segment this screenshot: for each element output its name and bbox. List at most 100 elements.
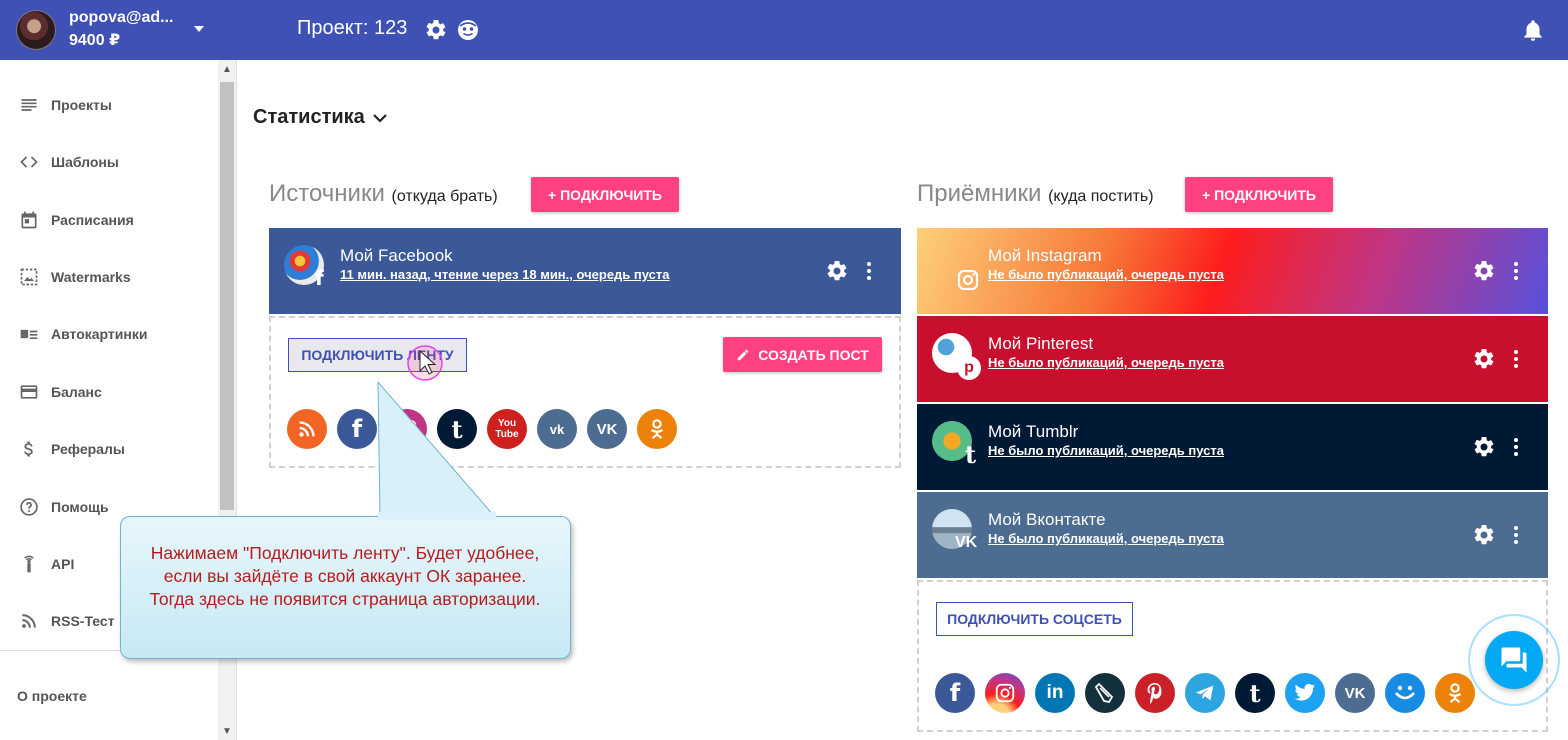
- image-text-icon: [20, 329, 38, 339]
- chat-support-button[interactable]: [1485, 631, 1543, 689]
- create-post-button[interactable]: СОЗДАТЬ ПОСТ: [723, 337, 882, 372]
- user-balance: 9400 ₽: [69, 32, 121, 49]
- code-icon: [20, 156, 38, 168]
- receiver-network-linkedin-icon[interactable]: in: [1035, 673, 1075, 713]
- receiver-network-odnoklassniki-icon[interactable]: [1435, 673, 1475, 713]
- sidebar-item-about[interactable]: О проекте: [17, 688, 87, 704]
- receivers-connect-button[interactable]: + ПОДКЛЮЧИТЬ: [1185, 177, 1333, 212]
- receiver-card-instagram[interactable]: Мой Instagram Не было публикаций, очеред…: [917, 228, 1548, 314]
- instagram-badge-icon: [957, 269, 979, 291]
- receiver-network-pinterest-icon[interactable]: [1135, 673, 1175, 713]
- pinterest-badge-icon: p: [957, 356, 981, 380]
- receiver-network-facebook-icon[interactable]: f: [935, 673, 975, 713]
- receiver-network-tumblr-icon[interactable]: t: [1235, 673, 1275, 713]
- user-avatar[interactable]: [16, 10, 56, 50]
- source-card-facebook[interactable]: f Мой Facebook 11 мин. назад, чтение чер…: [269, 228, 901, 314]
- sidebar-item-schedules[interactable]: Расписания: [0, 200, 218, 240]
- card-settings-gear-icon[interactable]: [1472, 259, 1496, 283]
- facebook-badge-icon: f: [315, 266, 324, 290]
- sidebar-item-label: Watermarks: [51, 269, 131, 285]
- card-settings-gear-icon[interactable]: [1472, 347, 1496, 371]
- source-network-vk-rss-icon[interactable]: vk: [537, 409, 577, 449]
- receiver-network-telegram-icon[interactable]: [1185, 673, 1225, 713]
- sidebar-item-label: Проекты: [51, 97, 112, 113]
- card-settings-gear-icon[interactable]: [1472, 435, 1496, 459]
- cursor-pointer-icon: [407, 345, 443, 381]
- receiver-card-status-link[interactable]: Не было публикаций, очередь пуста: [988, 355, 1224, 370]
- receiver-card-title: Мой Pinterest: [988, 334, 1094, 353]
- receiver-network-livejournal-icon[interactable]: [1085, 673, 1125, 713]
- scroll-down-arrow-icon[interactable]: ▼: [222, 726, 232, 737]
- card-more-vert-icon[interactable]: [1504, 259, 1528, 283]
- user-menu-caret-icon[interactable]: [194, 26, 204, 32]
- sidebar-item-label: Баланс: [51, 384, 102, 400]
- tumblr-badge-icon: t: [965, 440, 977, 469]
- chat-icon: [1501, 647, 1527, 673]
- receiver-network-moimir-icon[interactable]: [1385, 673, 1425, 713]
- statistics-toggle[interactable]: Статистика: [253, 106, 387, 129]
- card-more-vert-icon[interactable]: [1504, 435, 1528, 459]
- source-network-vk-icon[interactable]: VK: [587, 409, 627, 449]
- dollar-icon: [24, 441, 33, 457]
- sidebar-item-balance[interactable]: Баланс: [0, 372, 218, 412]
- receiver-card-title: Мой Instagram: [988, 246, 1102, 265]
- hint-callout-text: Нажимаем "Подключить ленту". Будет удобн…: [149, 543, 541, 609]
- pencil-icon: [737, 349, 749, 360]
- receiver-card-status-link[interactable]: Не было публикаций, очередь пуста: [988, 443, 1224, 458]
- card-settings-gear-icon[interactable]: [825, 259, 849, 283]
- sidebar-item-label: API: [51, 556, 75, 572]
- sources-title: Источники (откуда брать): [269, 180, 498, 207]
- sidebar-item-templates[interactable]: Шаблоны: [0, 142, 218, 182]
- receivers-title: Приёмники (куда постить): [917, 180, 1154, 207]
- user-name[interactable]: popova@ad...: [69, 9, 174, 27]
- card-more-vert-icon[interactable]: [857, 259, 881, 283]
- sidebar-item-label: Автокартинки: [51, 326, 148, 342]
- chevron-down-icon: [373, 113, 387, 123]
- receiver-network-instagram-icon[interactable]: [985, 673, 1025, 713]
- list-icon: [21, 99, 37, 111]
- card-settings-gear-icon[interactable]: [1472, 523, 1496, 547]
- source-network-odnoklassniki-icon[interactable]: [637, 409, 677, 449]
- receiver-card-pinterest[interactable]: p Мой Pinterest Не было публикаций, очер…: [917, 316, 1548, 402]
- receiver-card-status-link[interactable]: Не было публикаций, очередь пуста: [988, 267, 1224, 282]
- callout-pointer: [377, 382, 497, 518]
- sidebar-item-label: RSS-Тест: [51, 613, 115, 629]
- receivers-subtitle: (куда постить): [1048, 188, 1154, 205]
- connect-social-button[interactable]: ПОДКЛЮЧИТЬ СОЦСЕТЬ: [936, 602, 1133, 636]
- sources-subtitle: (откуда брать): [391, 188, 498, 205]
- sidebar-item-autopictures[interactable]: Автокартинки: [0, 314, 218, 354]
- sidebar-item-projects[interactable]: Проекты: [0, 85, 218, 125]
- callout-pointer-join: [378, 512, 496, 520]
- rss-icon: [22, 614, 36, 628]
- project-face-icon[interactable]: [456, 18, 480, 42]
- receiver-card-tumblr[interactable]: t Мой Tumblr Не было публикаций, очередь…: [917, 404, 1548, 490]
- project-title: Проект: 123: [297, 17, 408, 39]
- vkontakte-badge-icon: VK: [955, 534, 978, 551]
- source-card-status-link[interactable]: 11 мин. назад, чтение через 18 мин., оче…: [340, 267, 670, 282]
- create-post-label: СОЗДАТЬ ПОСТ: [758, 346, 869, 363]
- notifications-bell-icon[interactable]: [1520, 17, 1546, 43]
- app-header: popova@ad... 9400 ₽ Проект: 123: [0, 0, 1568, 60]
- credit-card-icon: [20, 385, 38, 399]
- project-settings-gear-icon[interactable]: [424, 18, 448, 42]
- sidebar-item-watermarks[interactable]: Watermarks: [0, 257, 218, 297]
- card-more-vert-icon[interactable]: [1504, 523, 1528, 547]
- receiver-card-status-link[interactable]: Не было публикаций, очередь пуста: [988, 531, 1224, 546]
- receiver-network-vk-icon[interactable]: VK: [1335, 673, 1375, 713]
- receiver-card-title: Мой Tumblr: [988, 422, 1079, 441]
- image-icon: [20, 268, 38, 286]
- sidebar-scroll-thumb[interactable]: [220, 82, 234, 510]
- receiver-network-twitter-icon[interactable]: [1285, 673, 1325, 713]
- source-card-title: Мой Facebook: [340, 246, 453, 265]
- sidebar-item-label: Помощь: [51, 499, 109, 515]
- sidebar-item-label: Расписания: [51, 212, 134, 228]
- receiver-card-vkontakte[interactable]: VK Мой Вконтакте Не было публикаций, оче…: [917, 492, 1548, 578]
- calendar-icon: [21, 211, 37, 229]
- card-more-vert-icon[interactable]: [1504, 347, 1528, 371]
- antenna-icon: [24, 555, 34, 573]
- sources-connect-button[interactable]: + ПОДКЛЮЧИТЬ: [531, 177, 679, 212]
- sidebar-item-referrals[interactable]: Рефералы: [0, 429, 218, 469]
- receiver-card-title: Мой Вконтакте: [988, 510, 1106, 529]
- scroll-up-arrow-icon[interactable]: ▲: [222, 64, 232, 75]
- sidebar-item-label: Шаблоны: [51, 154, 119, 170]
